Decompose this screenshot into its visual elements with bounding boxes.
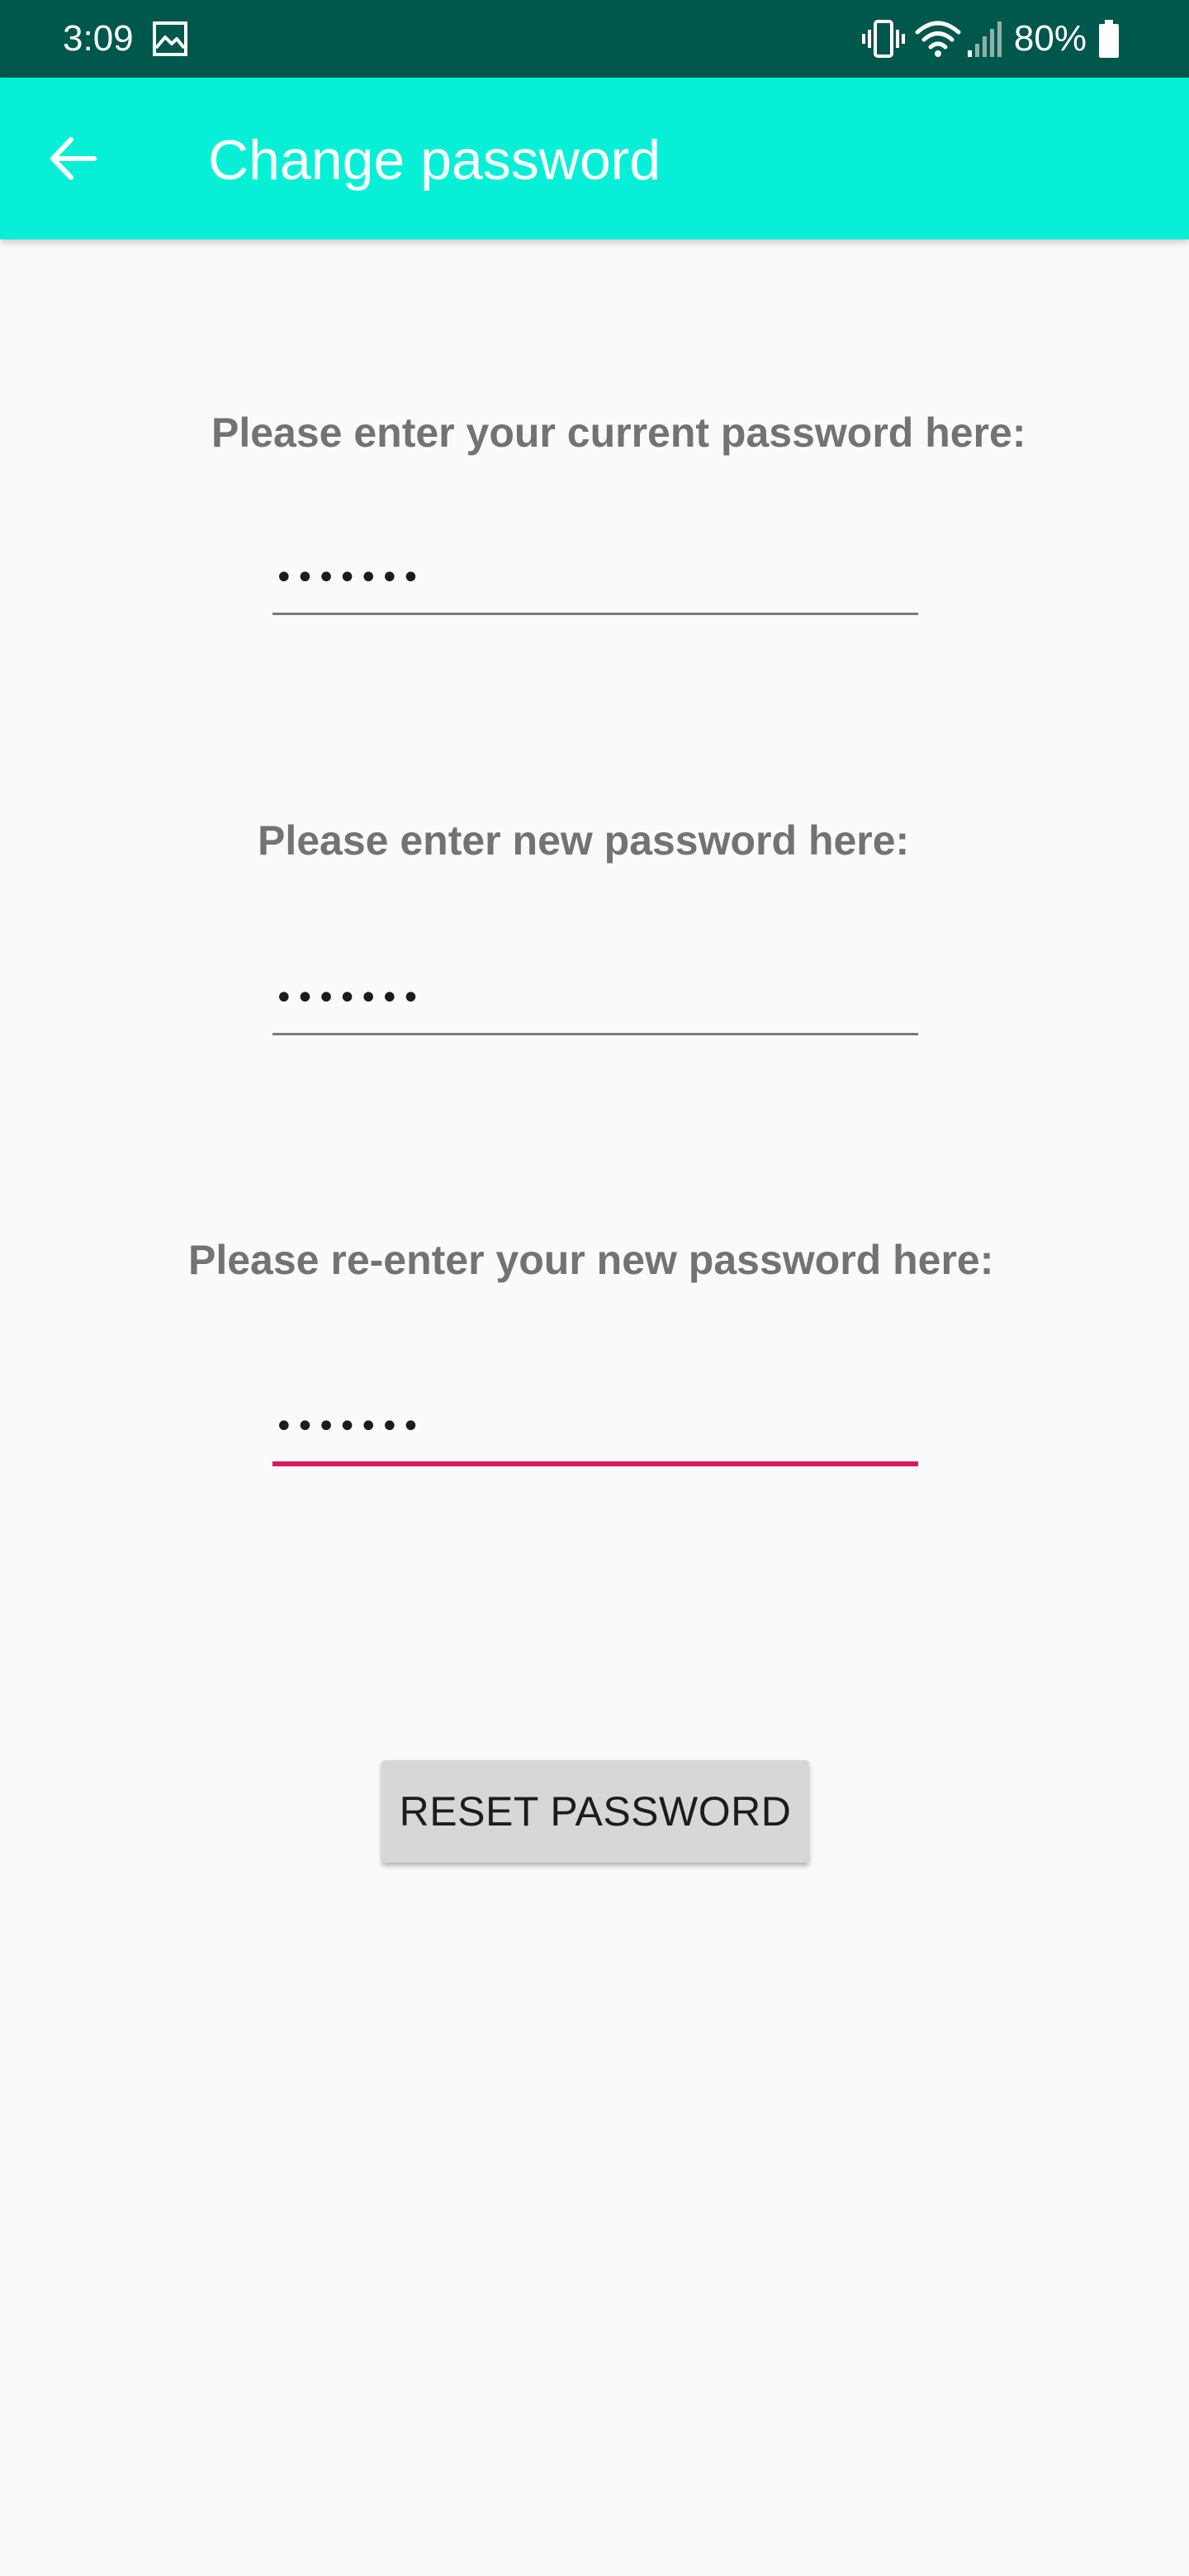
new-password-field[interactable]: ••••••• <box>272 950 918 1035</box>
reset-password-button[interactable]: RESET PASSWORD <box>381 1760 809 1863</box>
status-icons: 80% <box>861 15 1120 63</box>
new-password-label: Please enter new password here: <box>258 817 910 864</box>
gallery-icon <box>153 21 187 56</box>
new-password-value: ••••••• <box>274 979 423 1017</box>
confirm-password-value: ••••••• <box>274 1408 423 1446</box>
battery-icon <box>1099 20 1119 58</box>
current-password-value: ••••••• <box>274 559 423 597</box>
battery-percent: 80% <box>1013 18 1087 59</box>
status-time: 3:09 <box>63 18 134 59</box>
wifi-icon <box>915 21 961 57</box>
vibrate-icon <box>861 20 905 58</box>
current-password-field[interactable]: ••••••• <box>272 530 918 615</box>
confirm-password-label: Please re-enter your new password here: <box>188 1237 994 1283</box>
back-button[interactable] <box>33 119 112 198</box>
status-bar: 3:09 80% <box>0 0 1189 78</box>
confirm-password-field[interactable]: ••••••• <box>272 1379 918 1466</box>
current-password-label: Please enter your current password here: <box>211 410 1026 456</box>
arrow-back-icon <box>50 137 97 180</box>
app-bar: Change password <box>0 78 1189 239</box>
signal-icon <box>967 21 1002 57</box>
page-title: Change password <box>208 129 661 192</box>
